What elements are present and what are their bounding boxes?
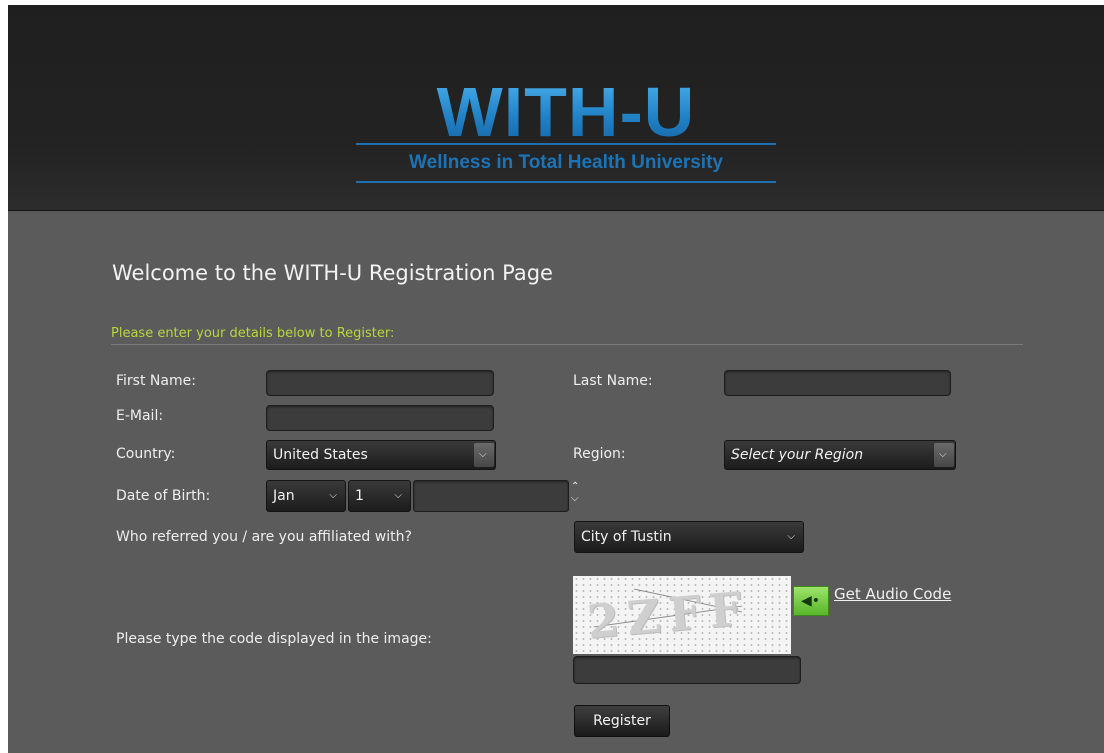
chevron-down-icon: ⌵ <box>939 449 947 460</box>
logo-subtitle: Wellness in Total Health University <box>409 152 723 173</box>
page-frame: WITH-U Wellness in Total Health Universi… <box>8 5 1104 753</box>
last-name-label: Last Name: <box>573 373 653 389</box>
logo-title: WITH-U <box>356 77 776 147</box>
captcha-image: 2ZFF <box>573 576 791 654</box>
chevron-down-icon[interactable]: ⌵ <box>571 494 579 504</box>
email-label: E-Mail: <box>116 408 164 424</box>
last-name-input[interactable] <box>724 370 951 396</box>
email-input[interactable] <box>266 405 494 431</box>
dob-month-value: Jan <box>273 488 295 504</box>
year-spinner[interactable]: ⌃ ⌵ <box>571 481 583 507</box>
instruction-text: Please enter your details below to Regis… <box>111 326 395 341</box>
chevron-up-icon[interactable]: ⌃ <box>571 482 579 492</box>
chevron-down-icon: ⌵ <box>394 490 402 501</box>
referral-select-value: City of Tustin <box>581 529 672 545</box>
dob-month-select[interactable]: Jan ⌵ <box>266 480 346 512</box>
dob-day-select[interactable]: 1 ⌵ <box>348 480 411 512</box>
dob-year-input[interactable] <box>413 480 569 512</box>
chevron-down-icon: ⌵ <box>787 531 795 542</box>
speaker-icon: ◀• <box>801 593 821 609</box>
with-u-logo: WITH-U Wellness in Total Health Universi… <box>356 77 776 187</box>
captcha-label: Please type the code displayed in the im… <box>116 631 432 647</box>
dob-label: Date of Birth: <box>116 488 211 504</box>
dob-day-value: 1 <box>355 488 364 504</box>
region-select[interactable]: Select your Region ⌵ <box>724 440 956 470</box>
page-title: Welcome to the WITH-U Registration Page <box>112 261 553 285</box>
divider <box>111 344 1023 345</box>
referral-label: Who referred you / are you affiliated wi… <box>116 529 412 545</box>
region-dropdown-button[interactable]: ⌵ <box>934 443 954 467</box>
get-audio-code-link[interactable]: Get Audio Code <box>834 585 951 603</box>
first-name-label: First Name: <box>116 373 196 389</box>
chevron-down-icon: ⌵ <box>329 490 337 501</box>
region-label: Region: <box>573 446 626 462</box>
logo-rule-top <box>356 143 776 145</box>
registration-panel: Welcome to the WITH-U Registration Page … <box>8 211 1104 753</box>
chevron-down-icon: ⌵ <box>479 449 487 460</box>
audio-code-button[interactable]: ◀• <box>793 586 829 616</box>
logo-rule-bottom <box>356 181 776 183</box>
country-select[interactable]: United States ⌵ <box>266 440 496 470</box>
country-select-value: United States <box>273 447 368 463</box>
referral-select[interactable]: City of Tustin ⌵ <box>574 521 804 553</box>
first-name-input[interactable] <box>266 370 494 396</box>
country-label: Country: <box>116 446 176 462</box>
site-header: WITH-U Wellness in Total Health Universi… <box>8 5 1104 211</box>
register-button[interactable]: Register <box>574 705 670 737</box>
region-select-value: Select your Region <box>731 447 864 463</box>
captcha-input[interactable] <box>573 656 801 684</box>
country-dropdown-button[interactable]: ⌵ <box>474 443 494 467</box>
